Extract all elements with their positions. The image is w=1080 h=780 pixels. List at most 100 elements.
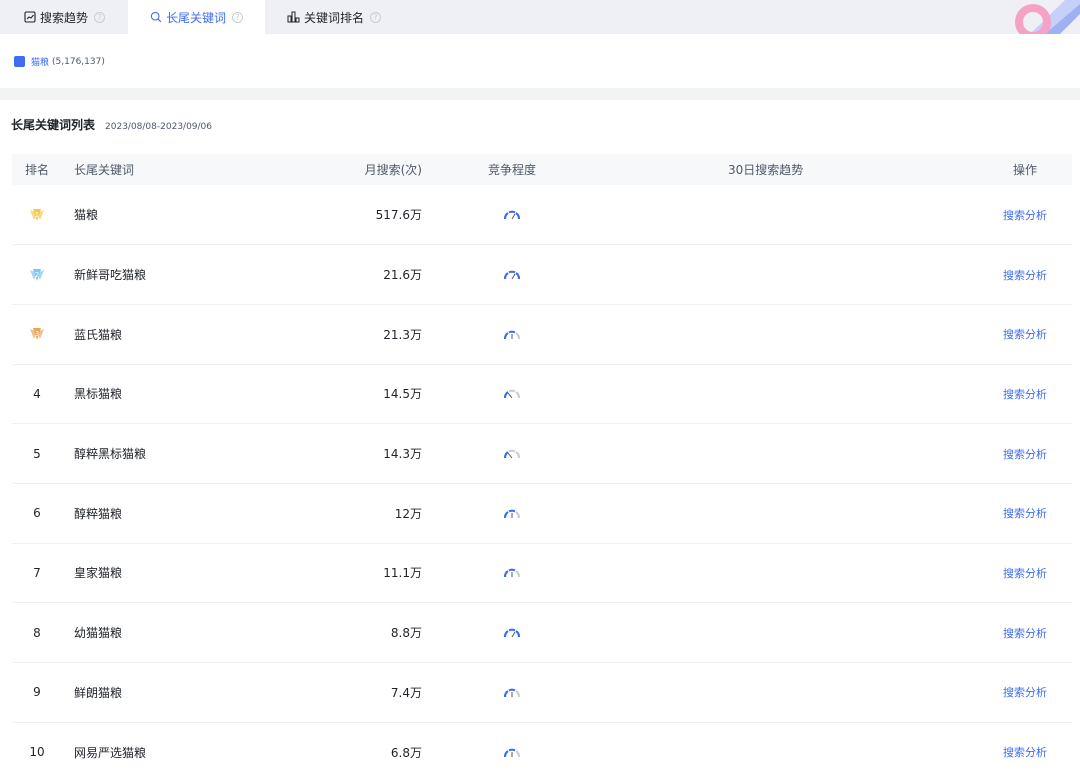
- trend-cell: [602, 543, 922, 603]
- volume-value: 12万: [394, 506, 422, 521]
- competition-gauge-icon: [503, 628, 521, 638]
- help-icon[interactable]: ?: [370, 11, 382, 23]
- tab-long-tail-keywords[interactable]: 长尾关键词 ?: [128, 0, 265, 34]
- search-analysis-link[interactable]: 搜索分析: [1003, 448, 1047, 461]
- card-header: 长尾关键词列表 2023/08/08-2023/09/06: [11, 116, 212, 133]
- keyword-cell: 网易严选猫粮: [62, 722, 262, 780]
- search-analysis-link[interactable]: 搜索分析: [1003, 686, 1047, 699]
- volume-value: 6.8万: [390, 745, 422, 760]
- volume-value: 14.3万: [383, 447, 422, 462]
- volume-value: 14.5万: [383, 387, 422, 402]
- volume-cell: 517.6万: [262, 185, 422, 245]
- trend-cell: [602, 663, 922, 723]
- competition-cell: [422, 483, 602, 543]
- competition-cell: [422, 722, 602, 780]
- volume-cell: 11.1万: [262, 543, 422, 603]
- rank-medal-icon: 2: [30, 268, 44, 281]
- keyword-cell: 醇粹黑标猫粮: [62, 424, 262, 484]
- keyword-cell: 黑标猫粮: [62, 364, 262, 424]
- keyword-cell: 幼猫猫粮: [62, 603, 262, 663]
- trend-cell: [602, 304, 922, 364]
- rank-number: 4: [33, 386, 41, 401]
- svg-text:3: 3: [35, 330, 39, 338]
- table-row: 2 新鲜哥吃猫粮 21.6万 搜索分析: [12, 245, 1072, 305]
- keyword-cell: 猫粮: [62, 185, 262, 245]
- trend-cell: [602, 364, 922, 424]
- search-analysis-link[interactable]: 搜索分析: [1003, 328, 1047, 341]
- header-rank: 排名: [24, 163, 49, 177]
- table-row: 8 幼猫猫粮 8.8万 搜索分析: [12, 603, 1072, 663]
- filter-panel: 猫粮 (5,176,137): [0, 34, 1080, 88]
- search-analysis-link[interactable]: 搜索分析: [1003, 567, 1047, 580]
- rank-number: 10: [29, 745, 45, 760]
- rank-cell: 9: [12, 663, 62, 723]
- trend-cell: [602, 185, 922, 245]
- competition-gauge-icon: [503, 688, 521, 697]
- keyword-cell: 皇家猫粮: [62, 543, 262, 603]
- rank-number: 9: [33, 685, 41, 700]
- volume-value: 8.8万: [390, 626, 422, 641]
- search-analysis-link[interactable]: 搜索分析: [1003, 209, 1047, 222]
- volume-cell: 21.3万: [262, 304, 422, 364]
- action-cell: 搜索分析: [922, 543, 1072, 603]
- table-header-row: 排名 长尾关键词 月搜索(次) 竞争程度 30日搜索趋势 操作: [12, 154, 1072, 185]
- keyword-text: 黑标猫粮: [74, 387, 123, 402]
- help-icon[interactable]: ?: [94, 11, 106, 23]
- decorative-banner-graphic: [1015, 0, 1080, 34]
- bar-chart-icon: [287, 11, 300, 23]
- search-analysis-link[interactable]: 搜索分析: [1003, 627, 1047, 640]
- rank-cell: 8: [12, 603, 62, 663]
- competition-cell: [422, 663, 602, 723]
- table-row: 6 醇粹猫粮 12万 搜索分析: [12, 483, 1072, 544]
- trend-cell: [602, 424, 922, 484]
- search-analysis-link[interactable]: 搜索分析: [1003, 388, 1047, 401]
- legend-name: 猫粮: [31, 58, 50, 68]
- table-row: 7 皇家猫粮 11.1万 搜索分析: [12, 543, 1072, 603]
- rank-cell: 4: [12, 364, 62, 424]
- search-analysis-link[interactable]: 搜索分析: [1003, 269, 1047, 282]
- svg-text:2: 2: [35, 271, 39, 279]
- tab-keyword-ranking[interactable]: 关键词排名 ?: [287, 0, 407, 34]
- volume-cell: 8.8万: [262, 603, 422, 663]
- table-row: 4 黑标猫粮 14.5万 搜索分析: [12, 364, 1072, 424]
- volume-cell: 14.3万: [262, 424, 422, 484]
- header-competition: 竞争程度: [487, 163, 536, 177]
- search-analysis-link[interactable]: 搜索分析: [1003, 507, 1047, 520]
- table-row: 10 网易严选猫粮 6.8万 搜索分析: [12, 722, 1072, 780]
- table-row: 5 醇粹黑标猫粮 14.3万 搜索分析: [12, 424, 1072, 484]
- date-range: 2023/08/08-2023/09/06: [105, 122, 213, 132]
- help-icon[interactable]: ?: [232, 11, 244, 23]
- keyword-text: 鲜朗猫粮: [74, 685, 123, 700]
- action-cell: 搜索分析: [922, 663, 1072, 723]
- rank-number: 5: [33, 446, 41, 461]
- competition-gauge-icon: [503, 748, 521, 757]
- checkbox-icon[interactable]: [14, 56, 25, 67]
- table-row: 3 蓝氏猫粮 21.3万 搜索分析: [12, 304, 1072, 365]
- rank-number: 6: [33, 506, 41, 521]
- search-analysis-link[interactable]: 搜索分析: [1003, 746, 1047, 759]
- keyword-text: 网易严选猫粮: [74, 745, 147, 760]
- header-keyword: 长尾关键词: [74, 163, 135, 177]
- keyword-cell: 新鲜哥吃猫粮: [62, 245, 262, 305]
- competition-gauge-icon: [503, 449, 521, 459]
- svg-text:1: 1: [35, 211, 39, 219]
- action-cell: 搜索分析: [922, 245, 1072, 305]
- competition-cell: [422, 185, 602, 245]
- competition-gauge-icon: [503, 390, 521, 399]
- header-trend: 30日搜索趋势: [728, 163, 804, 177]
- competition-gauge-icon: [503, 509, 521, 518]
- series-legend[interactable]: 猫粮 (5,176,137): [14, 55, 105, 68]
- action-cell: 搜索分析: [922, 185, 1072, 245]
- competition-gauge-icon: [503, 210, 521, 220]
- competition-gauge-icon: [503, 330, 521, 339]
- rank-cell: 5: [12, 424, 62, 484]
- action-cell: 搜索分析: [922, 364, 1072, 424]
- competition-cell: [422, 364, 602, 424]
- keyword-text: 新鲜哥吃猫粮: [74, 268, 147, 283]
- tab-search-trend[interactable]: 搜索趋势 ?: [24, 0, 124, 34]
- action-cell: 搜索分析: [922, 304, 1072, 364]
- rank-cell: 3: [12, 304, 62, 364]
- header-action: 操作: [1012, 163, 1037, 177]
- keyword-text: 醇粹黑标猫粮: [74, 447, 147, 462]
- trend-cell: [602, 483, 922, 543]
